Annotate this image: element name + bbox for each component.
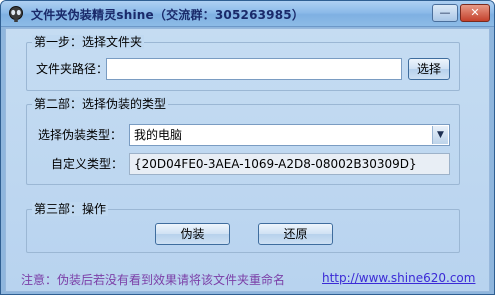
step3-legend: 第三部：操作 (32, 202, 109, 216)
step1-group: 第一步：选择文件夹 文件夹路径： 选择 (26, 35, 460, 91)
step3-group: 第三部：操作 伪装 还原 (26, 202, 460, 253)
app-window: 文件夹伪装精灵shine（交流群：305263985） — ✕ 第一步：选择文件… (0, 0, 495, 295)
disguise-button[interactable]: 伪装 (155, 223, 230, 245)
alien-head-icon (7, 5, 25, 23)
client-area: 第一步：选择文件夹 文件夹路径： 选择 第二部：选择伪装的类型 选择伪装类型： … (5, 28, 490, 292)
chevron-down-icon[interactable]: ▼ (432, 126, 448, 144)
minimize-button[interactable]: — (432, 4, 458, 22)
step2-legend: 第二部：选择伪装的类型 (32, 97, 169, 111)
browse-button[interactable]: 选择 (408, 58, 450, 80)
step1-legend: 第一步：选择文件夹 (32, 35, 145, 49)
folder-path-label: 文件夹路径： (36, 62, 109, 76)
close-button[interactable]: ✕ (460, 4, 490, 22)
disguise-type-select[interactable]: 我的电脑 ▼ (129, 124, 450, 146)
folder-path-input[interactable] (106, 58, 402, 80)
website-link[interactable]: http://www.shine620.com (322, 271, 475, 285)
custom-type-label: 自定义类型： (51, 157, 124, 171)
disguise-type-value: 我的电脑 (134, 128, 183, 142)
window-title: 文件夹伪装精灵shine（交流群：305263985） (31, 8, 305, 22)
custom-type-field[interactable]: {20D04FE0-3AEA-1069-A2D8-08002B30309D} (129, 153, 450, 175)
title-bar[interactable]: 文件夹伪装精灵shine（交流群：305263985） — ✕ (1, 1, 494, 27)
step2-group: 第二部：选择伪装的类型 选择伪装类型： 我的电脑 ▼ 自定义类型： {20D04… (26, 97, 460, 185)
disguise-type-label: 选择伪装类型： (38, 128, 123, 142)
rename-note: 注意：伪装后若没有看到效果请将该文件夹重命名 (21, 273, 286, 287)
restore-button[interactable]: 还原 (258, 223, 333, 245)
